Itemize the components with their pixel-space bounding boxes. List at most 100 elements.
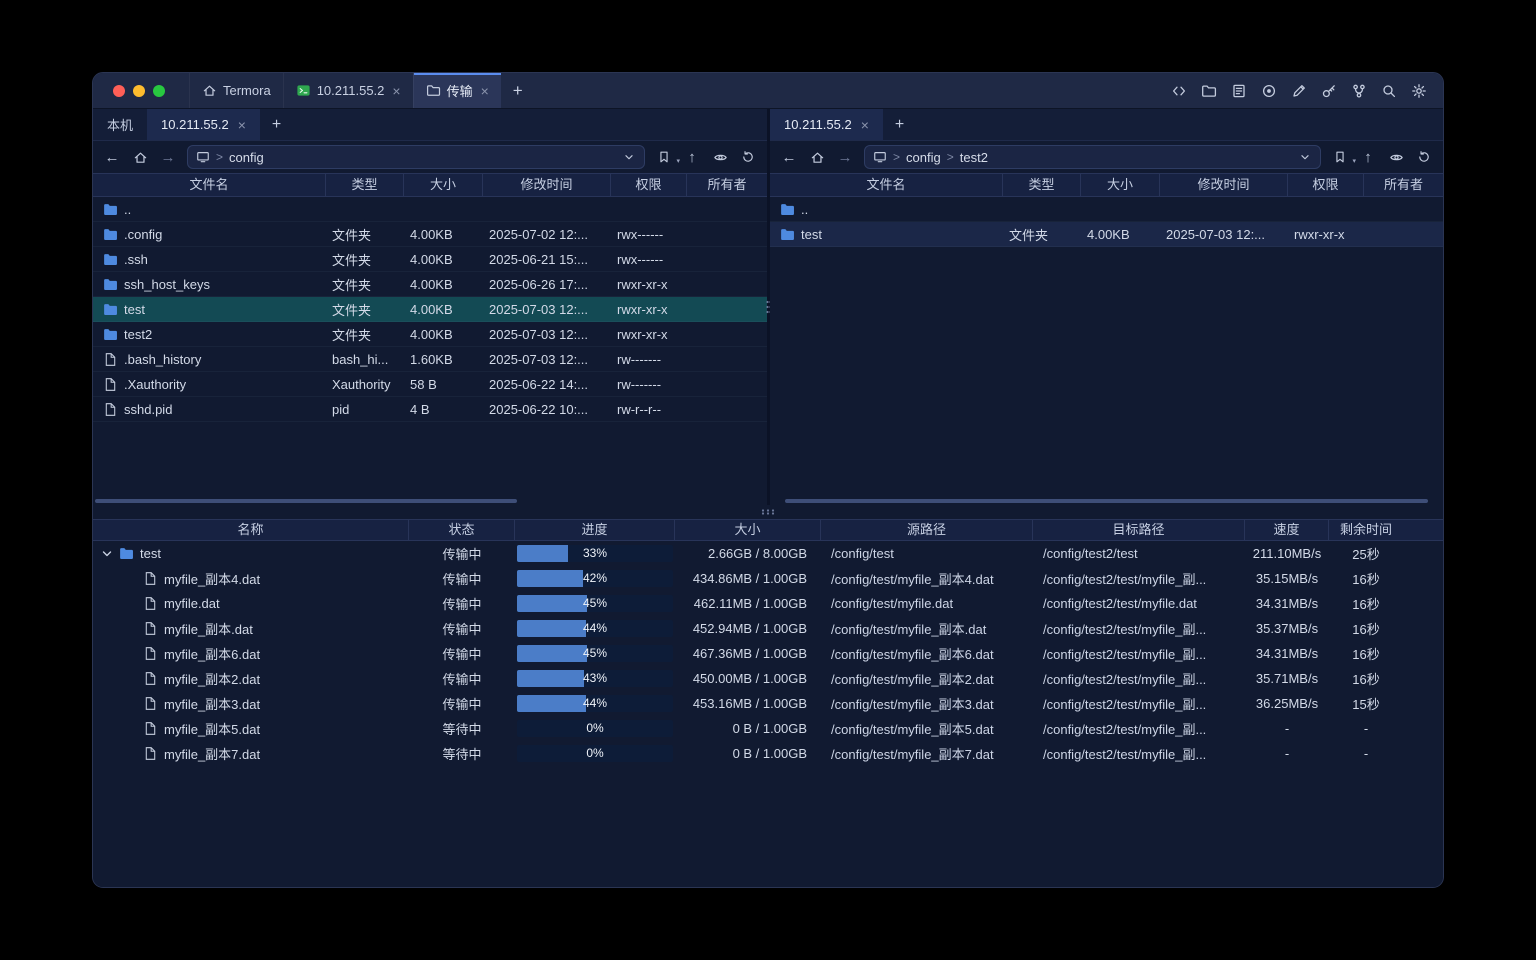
record-icon[interactable]	[1260, 82, 1277, 99]
bookmark-icon[interactable]: ▾	[1331, 148, 1349, 166]
file-icon	[143, 696, 158, 711]
log-icon[interactable]	[1230, 82, 1247, 99]
zoom-window-button[interactable]	[153, 85, 165, 97]
column-header-type[interactable]: 类型	[1003, 174, 1081, 196]
horizontal-scrollbar[interactable]	[772, 499, 1441, 503]
upload-button[interactable]: ↑	[683, 148, 701, 166]
column-header-name[interactable]: 名称	[93, 520, 409, 540]
forward-button[interactable]: →	[836, 148, 854, 166]
file-row[interactable]: ssh_host_keys 文件夹 4.00KB 2025-06-26 17:.…	[93, 272, 767, 297]
transfer-splitter[interactable]	[93, 505, 1443, 519]
close-icon[interactable]: ×	[861, 118, 869, 132]
search-icon[interactable]	[1380, 82, 1397, 99]
column-header-mtime[interactable]: 修改时间	[483, 174, 611, 196]
transfer-row[interactable]: myfile_副本.dat 传输中 44% 452.94MB / 1.00GB …	[93, 616, 1443, 641]
path-segment[interactable]: config	[906, 150, 941, 165]
panel-tab[interactable]: 10.211.55.2 ×	[770, 109, 883, 140]
column-header-perm[interactable]: 权限	[611, 174, 687, 196]
file-perm: rw-------	[611, 352, 687, 367]
transfer-row[interactable]: myfile_副本4.dat 传输中 42% 434.86MB / 1.00GB…	[93, 566, 1443, 591]
show-hidden-icon[interactable]	[1387, 148, 1405, 166]
refresh-icon[interactable]	[1415, 148, 1433, 166]
new-tab-button[interactable]: +	[501, 73, 535, 108]
file-perm: rwxr-xr-x	[611, 302, 687, 317]
column-header-name[interactable]: 文件名	[770, 174, 1003, 196]
file-perm: rwx------	[611, 227, 687, 242]
column-header-type[interactable]: 类型	[326, 174, 404, 196]
path-bar[interactable]: > config	[187, 145, 645, 169]
back-button[interactable]: ←	[103, 148, 121, 166]
forward-button[interactable]: →	[159, 148, 177, 166]
show-hidden-icon[interactable]	[711, 148, 729, 166]
code-icon[interactable]	[1170, 82, 1187, 99]
column-header-owner[interactable]: 所有者	[1364, 174, 1443, 196]
path-segment[interactable]: config	[229, 150, 264, 165]
path-segment[interactable]: test2	[960, 150, 988, 165]
transfer-row[interactable]: myfile_副本3.dat 传输中 44% 453.16MB / 1.00GB…	[93, 691, 1443, 716]
home-button[interactable]	[131, 148, 149, 166]
panel-tab[interactable]: 本机 ×	[93, 109, 147, 140]
transfer-row[interactable]: myfile.dat 传输中 45% 462.11MB / 1.00GB /co…	[93, 591, 1443, 616]
column-header-progress[interactable]: 进度	[515, 520, 675, 540]
chevron-down-icon[interactable]	[622, 150, 636, 164]
chevron-down-icon[interactable]	[1298, 150, 1312, 164]
transfer-row[interactable]: test 传输中 33% 2.66GB / 8.00GB /config/tes…	[93, 541, 1443, 566]
new-session-button[interactable]: +	[883, 109, 916, 140]
scrollbar-thumb[interactable]	[785, 499, 1427, 503]
column-header-name[interactable]: 文件名	[93, 174, 326, 196]
column-header-owner[interactable]: 所有者	[687, 174, 767, 196]
column-header-target[interactable]: 目标路径	[1033, 520, 1245, 540]
file-row[interactable]: test 文件夹 4.00KB 2025-07-03 12:... rwxr-x…	[93, 297, 767, 322]
file-row[interactable]: .config 文件夹 4.00KB 2025-07-02 12:... rwx…	[93, 222, 767, 247]
column-header-mtime[interactable]: 修改时间	[1160, 174, 1288, 196]
transfer-remaining: 25秒	[1329, 544, 1443, 563]
back-button[interactable]: ←	[780, 148, 798, 166]
minimize-window-button[interactable]	[133, 85, 145, 97]
chevron-down-icon[interactable]	[101, 548, 113, 560]
file-row[interactable]: test2 文件夹 4.00KB 2025-07-03 12:... rwxr-…	[93, 322, 767, 347]
new-session-button[interactable]: +	[260, 109, 293, 140]
file-row[interactable]: .ssh 文件夹 4.00KB 2025-06-21 15:... rwx---…	[93, 247, 767, 272]
column-header-speed[interactable]: 速度	[1245, 520, 1329, 540]
file-row[interactable]: .bash_history bash_hi... 1.60KB 2025-07-…	[93, 347, 767, 372]
file-row[interactable]: ..	[93, 197, 767, 222]
column-header-remaining[interactable]: 剩余时间	[1329, 520, 1443, 540]
home-button[interactable]	[808, 148, 826, 166]
close-icon[interactable]: ×	[481, 84, 489, 98]
close-icon[interactable]: ×	[238, 118, 246, 132]
column-header-perm[interactable]: 权限	[1288, 174, 1364, 196]
file-row[interactable]: ..	[770, 197, 1443, 222]
path-separator: >	[216, 150, 223, 164]
title-tab[interactable]: Termora ×	[189, 73, 283, 108]
column-header-status[interactable]: 状态	[409, 520, 515, 540]
scrollbar-thumb[interactable]	[95, 499, 517, 503]
edit-icon[interactable]	[1290, 82, 1307, 99]
file-row[interactable]: sshd.pid pid 4 B 2025-06-22 10:... rw-r-…	[93, 397, 767, 422]
transfer-target-path: /config/test2/test/myfile_副...	[1033, 669, 1245, 688]
column-header-size[interactable]: 大小	[1081, 174, 1160, 196]
branch-icon[interactable]	[1350, 82, 1367, 99]
panel-tab[interactable]: 10.211.55.2 ×	[147, 109, 260, 140]
title-tab[interactable]: 传输 ×	[413, 73, 501, 108]
transfer-row[interactable]: myfile_副本5.dat 等待中 0% 0 B / 1.00GB /conf…	[93, 716, 1443, 741]
path-bar[interactable]: > config > test2	[864, 145, 1321, 169]
column-header-size[interactable]: 大小	[404, 174, 483, 196]
folder-icon[interactable]	[1200, 82, 1217, 99]
settings-icon[interactable]	[1410, 82, 1427, 99]
file-mtime: 2025-07-03 12:...	[483, 352, 611, 367]
refresh-icon[interactable]	[739, 148, 757, 166]
key-icon[interactable]	[1320, 82, 1337, 99]
bookmark-icon[interactable]: ▾	[655, 148, 673, 166]
close-window-button[interactable]	[113, 85, 125, 97]
transfer-row[interactable]: myfile_副本6.dat 传输中 45% 467.36MB / 1.00GB…	[93, 641, 1443, 666]
horizontal-scrollbar[interactable]	[95, 499, 765, 503]
column-header-size[interactable]: 大小	[675, 520, 821, 540]
close-icon[interactable]: ×	[392, 84, 400, 98]
column-header-source[interactable]: 源路径	[821, 520, 1033, 540]
transfer-row[interactable]: myfile_副本7.dat 等待中 0% 0 B / 1.00GB /conf…	[93, 741, 1443, 766]
upload-button[interactable]: ↑	[1359, 148, 1377, 166]
transfer-row[interactable]: myfile_副本2.dat 传输中 43% 450.00MB / 1.00GB…	[93, 666, 1443, 691]
file-row[interactable]: test 文件夹 4.00KB 2025-07-03 12:... rwxr-x…	[770, 222, 1443, 247]
file-row[interactable]: .Xauthority Xauthority 58 B 2025-06-22 1…	[93, 372, 767, 397]
title-tab[interactable]: 10.211.55.2 ×	[283, 73, 413, 108]
